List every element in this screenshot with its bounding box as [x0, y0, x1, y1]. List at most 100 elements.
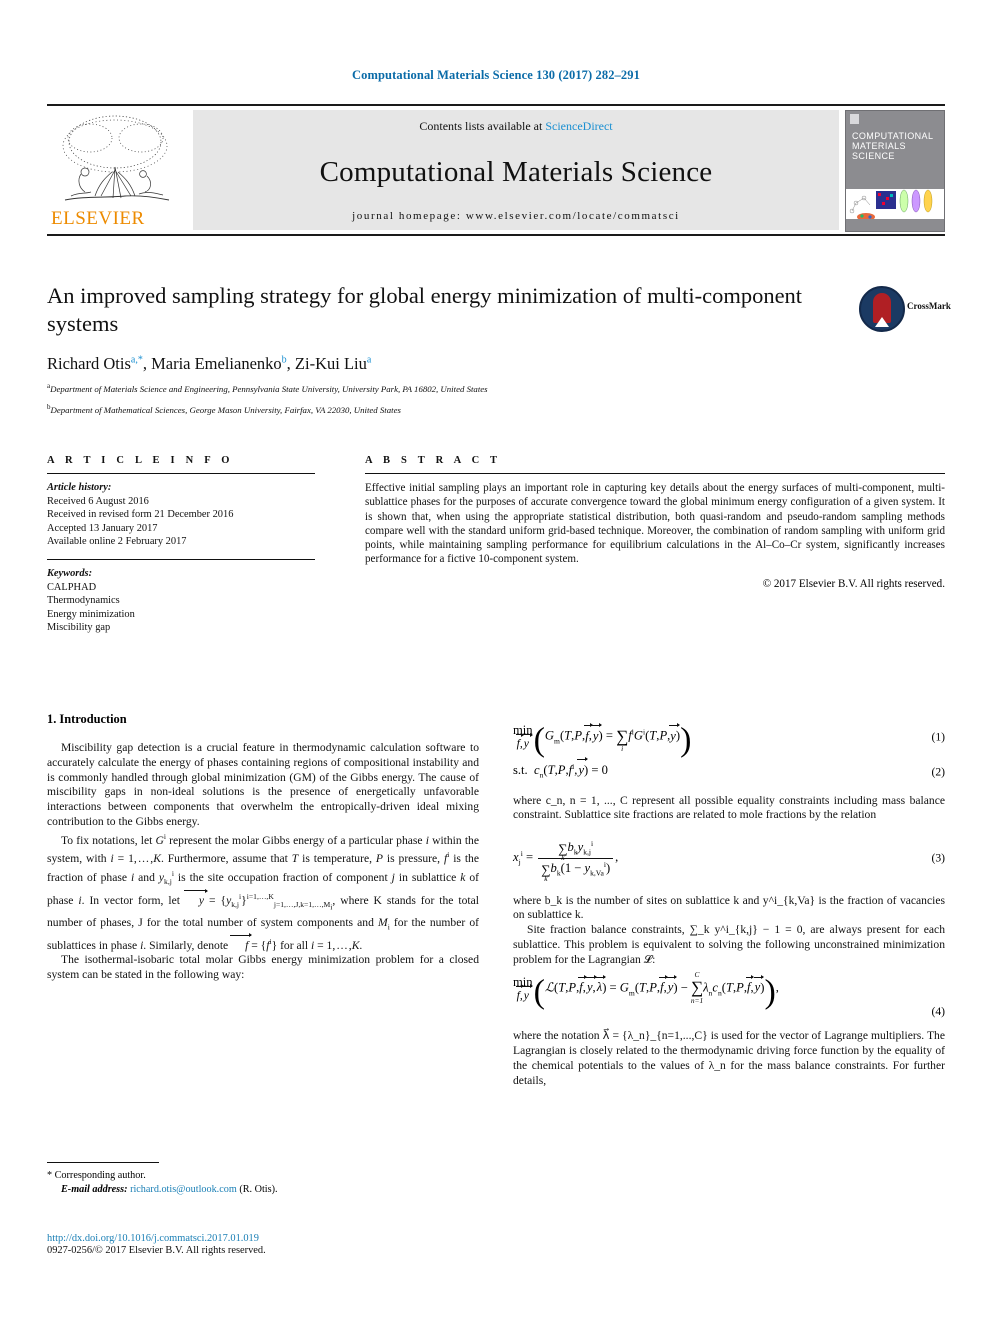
equation-4-body: min f, y (ℒ(T,P,f, y, λ) = Gm(T,P,f, y) − … [513, 970, 779, 1011]
crossmark-circle-icon [859, 286, 905, 332]
equation-3: xji = ∑ k bkyk,ji ∑ k bk(1 − yk,Vai), (3) [513, 839, 945, 883]
article-info-heading: A R T I C L E I N F O [47, 455, 234, 466]
cover-title: COMPUTATIONAL MATERIALS SCIENCE [852, 131, 940, 161]
author-name-1: Richard Otis [47, 354, 131, 373]
right-paragraph-3: Site fraction balance constraints, ∑_k y… [513, 923, 945, 966]
p2-o: . Similarly, denote [143, 938, 232, 952]
p2-f: is pressure, [383, 852, 444, 866]
email-label: E-mail address: [61, 1183, 128, 1195]
article-info-rule [47, 473, 315, 474]
article-history: Article history: Received 6 August 2016 … [47, 481, 315, 549]
cover-elsevier-icon [850, 114, 859, 124]
article-history-label: Article history: [47, 482, 112, 493]
body-two-column: 1. Introduction Miscibility gap detectio… [47, 712, 945, 1172]
contents-prefix: Contents lists available at [419, 119, 546, 133]
abstract-column: A B S T R A C T Effective initial sampli… [365, 455, 945, 635]
author-mark-3: a [366, 354, 372, 366]
author-mark-2: b [281, 354, 287, 366]
article-info-column: A R T I C L E I N F O Article history: R… [47, 455, 315, 635]
right-paragraph-2: where b_k is the number of sites on subl… [513, 893, 945, 922]
footnote-block: * Corresponding author. E-mail address: … [47, 1162, 479, 1196]
keywords-rule [47, 558, 315, 560]
intro-paragraph-3: The isothermal-isobaric total molar Gibb… [47, 953, 479, 982]
min-operator-1: min f, y [513, 723, 534, 750]
keyword-3: Miscibility gap [47, 622, 111, 634]
equation-1-number: (1) [931, 730, 945, 744]
corresponding-author-note: * Corresponding author. [47, 1170, 146, 1181]
author-list: Richard Otisa,*, Maria Emelianenkob, Zi-… [47, 354, 372, 373]
crossmark-badge[interactable]: CrossMark [859, 286, 951, 332]
email-suffix: (R. Otis). [239, 1183, 278, 1195]
journal-title: Computational Materials Science [319, 155, 713, 188]
abstract-text: Effective initial sampling plays an impo… [365, 482, 945, 566]
sciencedirect-link[interactable]: ScienceDirect [545, 119, 612, 133]
cover-title-line3: SCIENCE [852, 151, 895, 161]
affiliation-a: aDepartment of Materials Science and Eng… [47, 381, 945, 395]
email-link[interactable]: richard.otis@outlook.com [130, 1184, 237, 1195]
journal-masthead: ELSEVIER Contents lists available at Sci… [47, 104, 945, 236]
cover-footer-band [846, 219, 944, 231]
equation-4: min f, y (ℒ(T,P,f, y, λ) = Gm(T,P,f, y) − … [513, 970, 945, 1011]
p2-p: for all [277, 938, 311, 952]
right-paragraph-4: where the notation λ⃗ = {λ_n}_{n=1,...,C… [513, 1029, 945, 1087]
title-block: An improved sampling strategy for global… [47, 282, 951, 417]
p2-l: . In vector form, let [81, 893, 185, 907]
equation-4-number-row: (4) [513, 1005, 945, 1019]
equation-1-body: min f, y (Gm(T,P,f, y) = ∑ i fiGi(T,P,y)) [513, 721, 692, 759]
cover-title-line1: COMPUTATIONAL [852, 131, 934, 141]
equation-2-body: s.t. cn(T,P,fi, y) = 0 [513, 757, 608, 780]
page-footer: http://dx.doi.org/10.1016/j.commatsci.20… [47, 1233, 547, 1256]
page-title: An improved sampling strategy for global… [47, 283, 803, 336]
info-abstract-block: A R T I C L E I N F O Article history: R… [47, 455, 945, 635]
elsevier-tree-icon [62, 115, 170, 201]
running-head: Computational Materials Science 130 (201… [352, 68, 640, 82]
equation-3-body: xji = ∑ k bkyk,ji ∑ k bk(1 − yk,Vai), [513, 839, 619, 883]
issn-copyright: 0927-0256/© 2017 Elsevier B.V. All right… [47, 1245, 266, 1256]
author-mark-1: a,* [130, 354, 143, 366]
p2-d: . Furthermore, assume that [160, 852, 292, 866]
keyword-2: Energy minimization [47, 608, 135, 620]
affiliation-text-a: Department of Materials Science and Engi… [50, 383, 488, 394]
p2-h: and [134, 870, 159, 884]
body-left-column: 1. Introduction Miscibility gap detectio… [47, 712, 479, 983]
affiliation-b: bDepartment of Mathematical Sciences, Ge… [47, 402, 945, 416]
footnote-rule [47, 1162, 159, 1163]
masthead-top-rule [47, 104, 945, 106]
author-name-3: Zi-Kui Liu [294, 354, 367, 373]
equation-2: s.t. cn(T,P,fi, y) = 0 (2) [513, 757, 945, 782]
email-note: E-mail address: richard.otis@outlook.com… [47, 1183, 479, 1197]
p2-j: in sublattice [394, 870, 461, 884]
affiliation-text-b: Department of Mathematical Sciences, Geo… [50, 405, 401, 416]
keyword-1: Thermodynamics [47, 595, 120, 607]
history-item-2: Accepted 13 January 2017 [47, 522, 158, 534]
journal-homepage[interactable]: journal homepage: www.elsevier.com/locat… [352, 210, 680, 222]
body-right-column: min f, y (Gm(T,P,f, y) = ∑ i fiGi(T,P,y)) (1… [513, 712, 945, 1089]
abstract-copyright: © 2017 Elsevier B.V. All rights reserved… [762, 577, 945, 590]
section-heading-introduction: 1. Introduction [47, 712, 127, 726]
history-item-1: Received in revised form 21 December 201… [47, 509, 234, 521]
intro-paragraph-1: Miscibility gap detection is a crucial f… [47, 741, 479, 828]
equation-2-number: (2) [931, 765, 945, 779]
min-operator-4: min f, y [513, 974, 534, 1002]
intro-paragraph-2: To fix notations, let Gi represent the m… [47, 831, 480, 952]
paper-page: Computational Materials Science 130 (201… [0, 0, 992, 1323]
author-name-2: Maria Emelianenko [151, 354, 282, 373]
abstract-heading: A B S T R A C T [365, 455, 502, 466]
history-item-3: Available online 2 February 2017 [47, 536, 187, 548]
equation-3-number: (3) [931, 851, 945, 865]
p2-a: To fix notations, let [61, 833, 156, 847]
crossmark-triangle-icon [875, 317, 889, 327]
equation-1: min f, y (Gm(T,P,f, y) = ∑ i fiGi(T,P,y)) (1… [513, 721, 945, 759]
right-paragraph-1-text: where c_n, n = 1, ..., C represent all p… [513, 793, 945, 822]
keywords-label: Keywords: [47, 567, 93, 579]
masthead-bottom-rule [47, 234, 945, 236]
doi-link[interactable]: http://dx.doi.org/10.1016/j.commatsci.20… [47, 1233, 547, 1244]
cover-title-line2: MATERIALS [852, 141, 906, 151]
keywords-list: Keywords: CALPHAD Thermodynamics Energy … [47, 567, 315, 635]
equation-2-label: s.t. [513, 762, 528, 777]
keyword-0: CALPHAD [47, 581, 97, 593]
contents-available-line: Contents lists available at ScienceDirec… [419, 119, 612, 134]
right-paragraph-1: where c_n, n = 1, ..., C represent all p… [513, 794, 945, 824]
elsevier-wordmark: ELSEVIER [51, 208, 145, 229]
p2-e: is temperature, [298, 852, 376, 866]
